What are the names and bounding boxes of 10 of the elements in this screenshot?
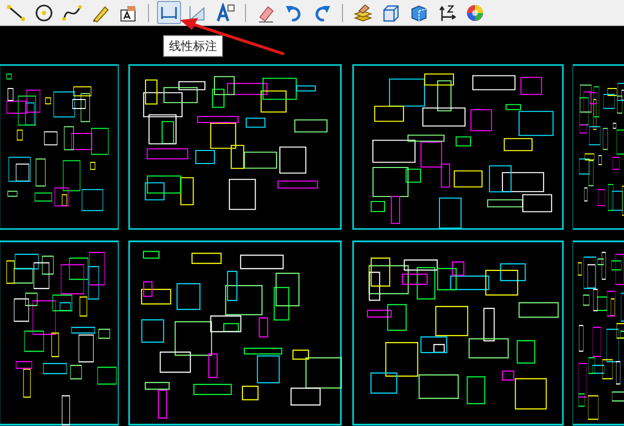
color-wheel-icon bbox=[465, 2, 485, 22]
line-icon bbox=[6, 2, 26, 22]
axis-icon bbox=[437, 2, 457, 22]
text-style-icon bbox=[215, 2, 235, 22]
circle-icon bbox=[34, 2, 54, 22]
layers-icon bbox=[353, 2, 373, 22]
curve-icon bbox=[62, 2, 82, 22]
tooltip: 线性标注 bbox=[163, 35, 223, 57]
box-icon bbox=[381, 2, 401, 22]
cube-icon bbox=[409, 2, 429, 22]
